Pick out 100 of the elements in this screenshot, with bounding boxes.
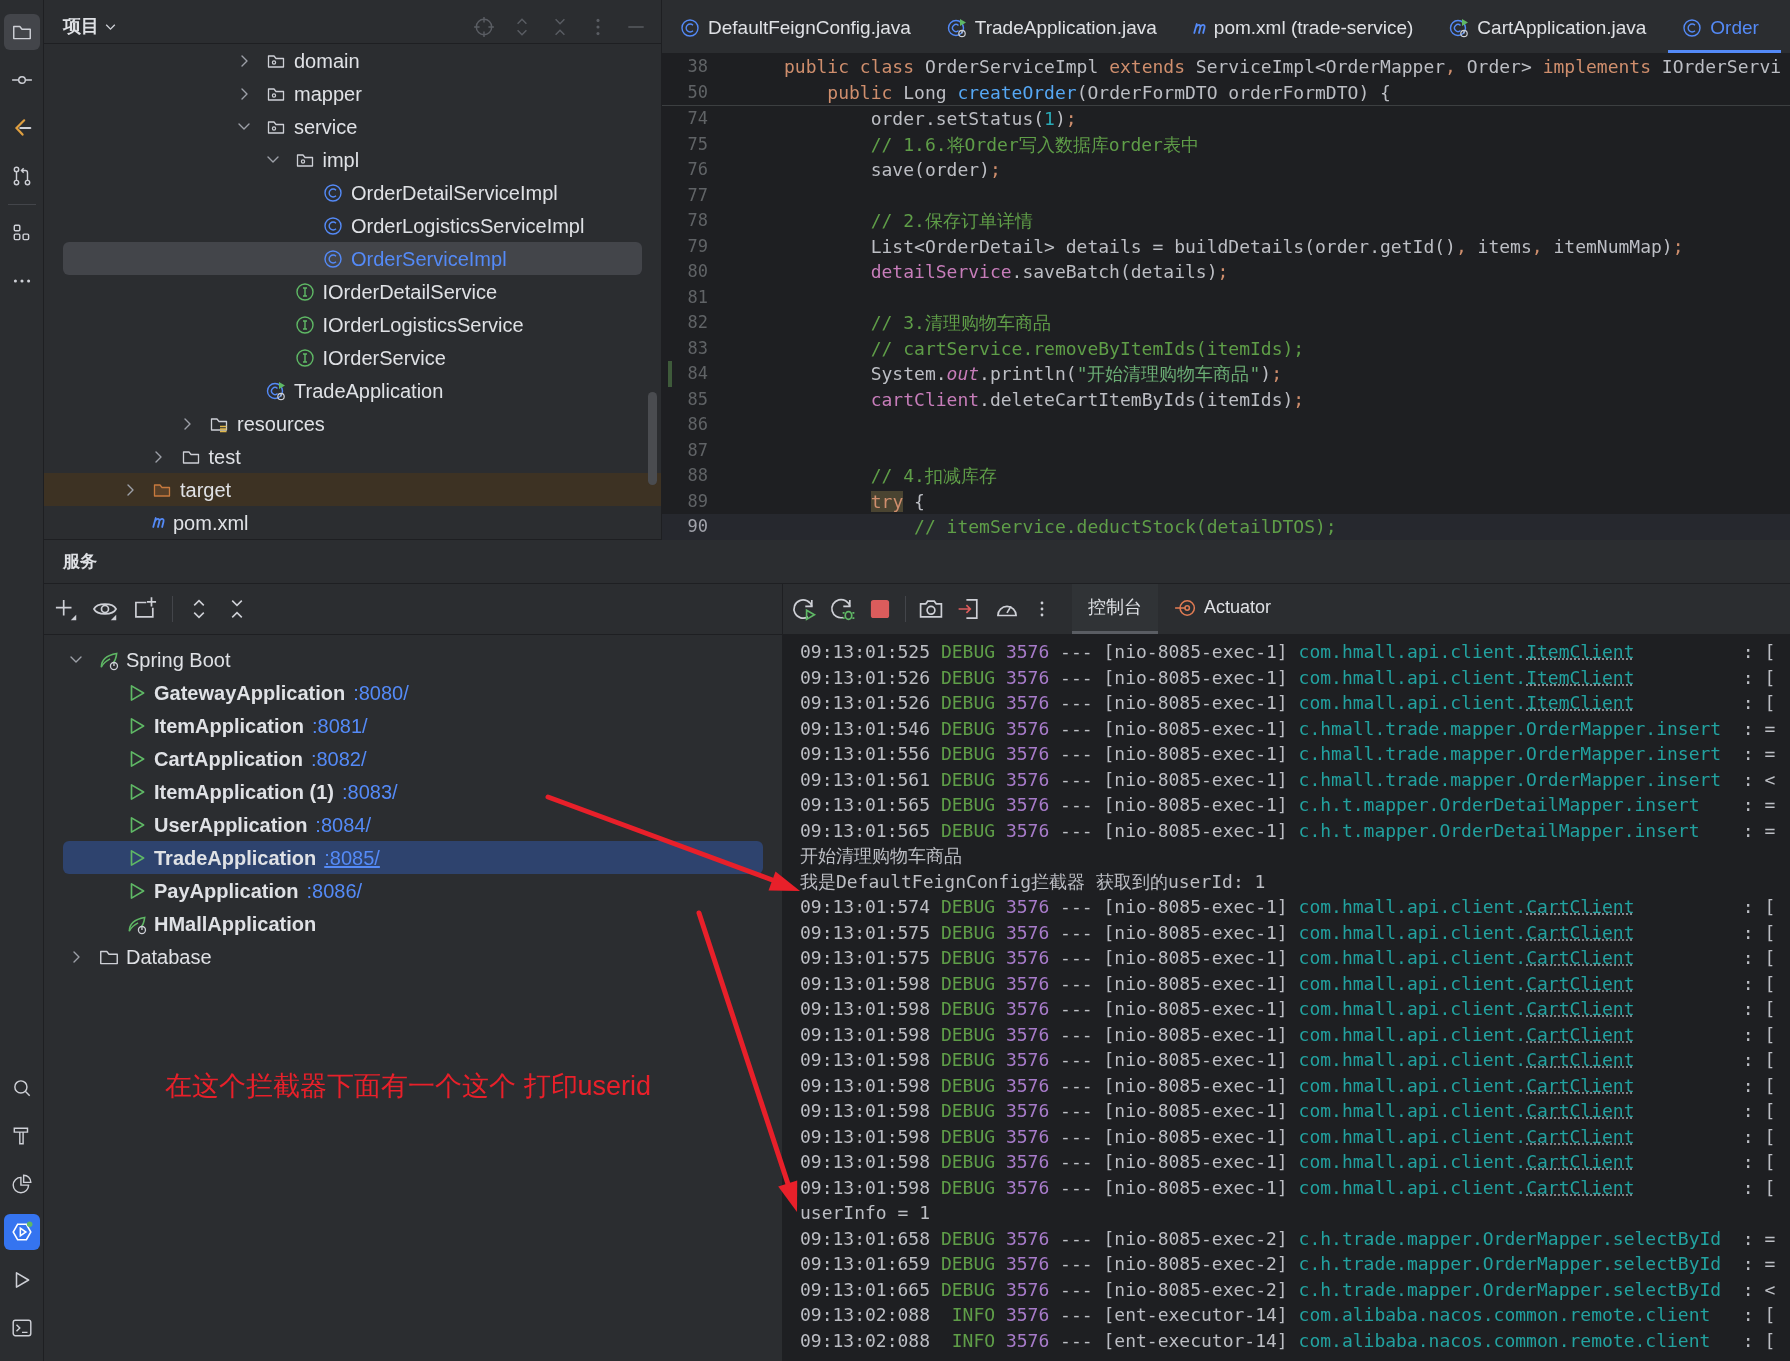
- console-line: 09:13:01:658 DEBUG 3576 --- [nio-8085-exec-2] c.h.trade.mapper.OrderMapper.selectById : =: [800, 1226, 1777, 1251]
- line-number: 76: [686, 158, 708, 181]
- code-line: System.out.println("开始清理购物车商品");: [869, 362, 1282, 387]
- line-number: 78: [686, 209, 708, 232]
- console-line: 09:13:01:598 DEBUG 3576 --- [nio-8085-exec-1] com.hmall.api.client.CartClient : [: [800, 1124, 1777, 1149]
- console-line: 09:13:01:598 DEBUG 3576 --- [nio-8085-exec-1] com.hmall.api.client.CartClient : [: [800, 1048, 1777, 1072]
- console-line: 09:13:02:088 INFO 3576 --- [ent-executor-14] com.alibaba.nacos.common.remote.client : [: [800, 1328, 1777, 1353]
- line-number: 50: [686, 80, 708, 104]
- class-icon: [323, 248, 343, 269]
- tree-item[interactable]: IOrderService: [63, 341, 642, 374]
- interface-icon: [294, 314, 315, 335]
- tree-item[interactable]: TradeApplication: [63, 374, 642, 407]
- tree-item[interactable]: OrderLogisticsServiceImpl: [63, 209, 642, 242]
- line-number: 80: [686, 260, 708, 283]
- console-line: 09:13:01:659 DEBUG 3576 --- [nio-8085-exec-2] c.h.trade.mapper.OrderMapper.selectById : =: [800, 1252, 1777, 1276]
- code-line: // itemService.deductStock(detailDTOS);: [913, 515, 1337, 540]
- debug-rerun-icon[interactable]: [829, 596, 855, 622]
- editor-tab[interactable]: DefaultFeignConfig.java: [666, 6, 933, 53]
- code-line: cartClient.deleteCartItemByIds(itemIds);: [869, 387, 1305, 412]
- console-tab[interactable]: 控制台: [1072, 584, 1158, 634]
- folder-icon[interactable]: [3, 14, 40, 50]
- class-icon: [680, 18, 700, 38]
- tree-item[interactable]: mapper: [63, 77, 642, 110]
- tree-item[interactable]: service: [63, 110, 642, 143]
- line-number: 81: [686, 285, 708, 309]
- class-icon: [1682, 18, 1703, 38]
- code-line: // 2.保存订单详情: [869, 209, 1033, 234]
- rerun-icon[interactable]: [791, 596, 817, 622]
- tree-item[interactable]: GatewayApplication :8080/: [63, 676, 763, 709]
- chevron-right-icon: [155, 450, 162, 463]
- console-line: 09:13:01:561 DEBUG 3576 --- [nio-8085-exec-1] c.hmall.trade.mapper.OrderMapper.insert : <: [800, 767, 1777, 792]
- app-class-icon: [946, 18, 967, 38]
- tree-item[interactable]: Spring Boot: [63, 643, 763, 676]
- tree-item[interactable]: target: [44, 473, 661, 506]
- code-line: // 3.清理购物车商品: [869, 311, 1051, 336]
- code-line: try {: [869, 489, 925, 514]
- code-line: // cartService.removeByItemIds(itemIds);: [869, 336, 1305, 361]
- chevron-down-icon: [70, 656, 82, 663]
- tree-item[interactable]: test: [63, 440, 642, 473]
- line-number: 83: [686, 336, 708, 360]
- tree-item[interactable]: pom.xml: [63, 506, 642, 539]
- scrollbar[interactable]: [648, 392, 657, 485]
- tree-item[interactable]: UserApplication :8084/: [63, 808, 763, 841]
- code-line: List<OrderDetail> details = buildDetails(order.getId(), items, itemNumMap);: [869, 234, 1684, 259]
- line-number: 88: [686, 464, 708, 487]
- console-line: 09:13:01:565 DEBUG 3576 --- [nio-8085-exec-1] c.h.t.mapper.OrderDetailMapper.insert : =: [800, 793, 1777, 817]
- chevron-down-icon: [266, 156, 279, 163]
- console-line: 09:13:01:575 DEBUG 3576 --- [nio-8085-exec-1] com.hmall.api.client.CartClient : [: [800, 946, 1777, 970]
- tree-item[interactable]: HMallApplication: [63, 907, 763, 940]
- services-icon[interactable]: [3, 1214, 40, 1250]
- console-line: 09:13:01:598 DEBUG 3576 --- [nio-8085-exec-1] com.hmall.api.client.CartClient : [: [800, 1175, 1777, 1200]
- line-number: 79: [686, 234, 708, 258]
- line-number: 82: [686, 311, 708, 334]
- tree-item[interactable]: ItemApplication :8081/: [63, 709, 763, 742]
- interface-icon: [294, 281, 315, 302]
- class-icon: [323, 215, 343, 236]
- caret-icon: [105, 23, 116, 30]
- console-line: userInfo = 1: [800, 1201, 932, 1225]
- tree-item[interactable]: ItemApplication (1) :8083/: [63, 775, 763, 808]
- line-number: 87: [686, 438, 708, 462]
- tree-item[interactable]: OrderDetailServiceImpl: [63, 176, 642, 209]
- console-line: 09:13:01:525 DEBUG 3576 --- [nio-8085-exec-1] com.hmall.api.client.ItemClient : [: [800, 640, 1777, 664]
- app-class-icon: [1449, 18, 1470, 38]
- interface-icon: [294, 347, 315, 368]
- line-number: 90: [686, 515, 708, 538]
- console-line: 09:13:01:574 DEBUG 3576 --- [nio-8085-exec-1] com.hmall.api.client.CartClient : [: [800, 895, 1777, 919]
- console-line: 09:13:01:546 DEBUG 3576 --- [nio-8085-exec-1] c.hmall.trade.mapper.OrderMapper.insert : =: [800, 716, 1777, 741]
- editor-tab[interactable]: CartApplication.java: [1435, 6, 1669, 53]
- tree-item[interactable]: IOrderDetailService: [63, 275, 642, 308]
- console-line: 09:13:01:598 DEBUG 3576 --- [nio-8085-exec-1] com.hmall.api.client.CartClient : [: [800, 971, 1777, 996]
- editor-tab[interactable]: TradeApplication.java: [932, 6, 1179, 53]
- tree-item[interactable]: IOrderLogisticsService: [63, 308, 642, 341]
- class-icon: [323, 182, 343, 203]
- view-selector[interactable]: 项目: [63, 13, 116, 40]
- code-line: // 1.6.将Order写入数据库order表中: [869, 132, 1199, 157]
- editor-tab[interactable]: pom.xml (trade-service): [1178, 6, 1436, 53]
- tree-item[interactable]: domain: [63, 44, 642, 77]
- editor-tab[interactable]: Order: [1668, 6, 1781, 53]
- console-line: 09:13:01:526 DEBUG 3576 --- [nio-8085-exec-1] com.hmall.api.client.ItemClient : [: [800, 691, 1777, 715]
- tree-item[interactable]: CartApplication :8082/: [63, 742, 763, 775]
- code-line: // 4.扣减库存: [869, 464, 997, 489]
- console-tab[interactable]: Actuator: [1158, 584, 1288, 634]
- tree-item[interactable]: PayApplication :8086/: [63, 874, 763, 907]
- console-line: 09:13:02:088 INFO 3576 --- [ent-executor-14] com.alibaba.nacos.common.remote.client : [: [800, 1303, 1777, 1327]
- code-line: order.setStatus(1);: [869, 107, 1077, 132]
- line-number: 84: [686, 362, 708, 385]
- tree-item[interactable]: resources: [63, 407, 642, 440]
- code-line: save(order);: [869, 158, 1001, 183]
- chevron-right-icon: [183, 417, 191, 430]
- tree-item[interactable]: impl: [63, 143, 642, 176]
- line-number: 77: [686, 183, 708, 207]
- line-number: 75: [686, 132, 708, 156]
- tree-item[interactable]: TradeApplication :8085/: [63, 841, 763, 874]
- console-line: 09:13:01:575 DEBUG 3576 --- [nio-8085-exec-1] com.hmall.api.client.CartClient : [: [800, 920, 1777, 945]
- app-class-icon: [266, 380, 286, 401]
- line-number: 85: [686, 387, 708, 411]
- m-logo-icon: [152, 517, 165, 528]
- annotation-text: 在这个拦截器下面有一个这个 打印userid: [165, 1070, 652, 1103]
- tree-item[interactable]: Database: [63, 940, 763, 973]
- chevron-right-icon: [72, 950, 80, 963]
